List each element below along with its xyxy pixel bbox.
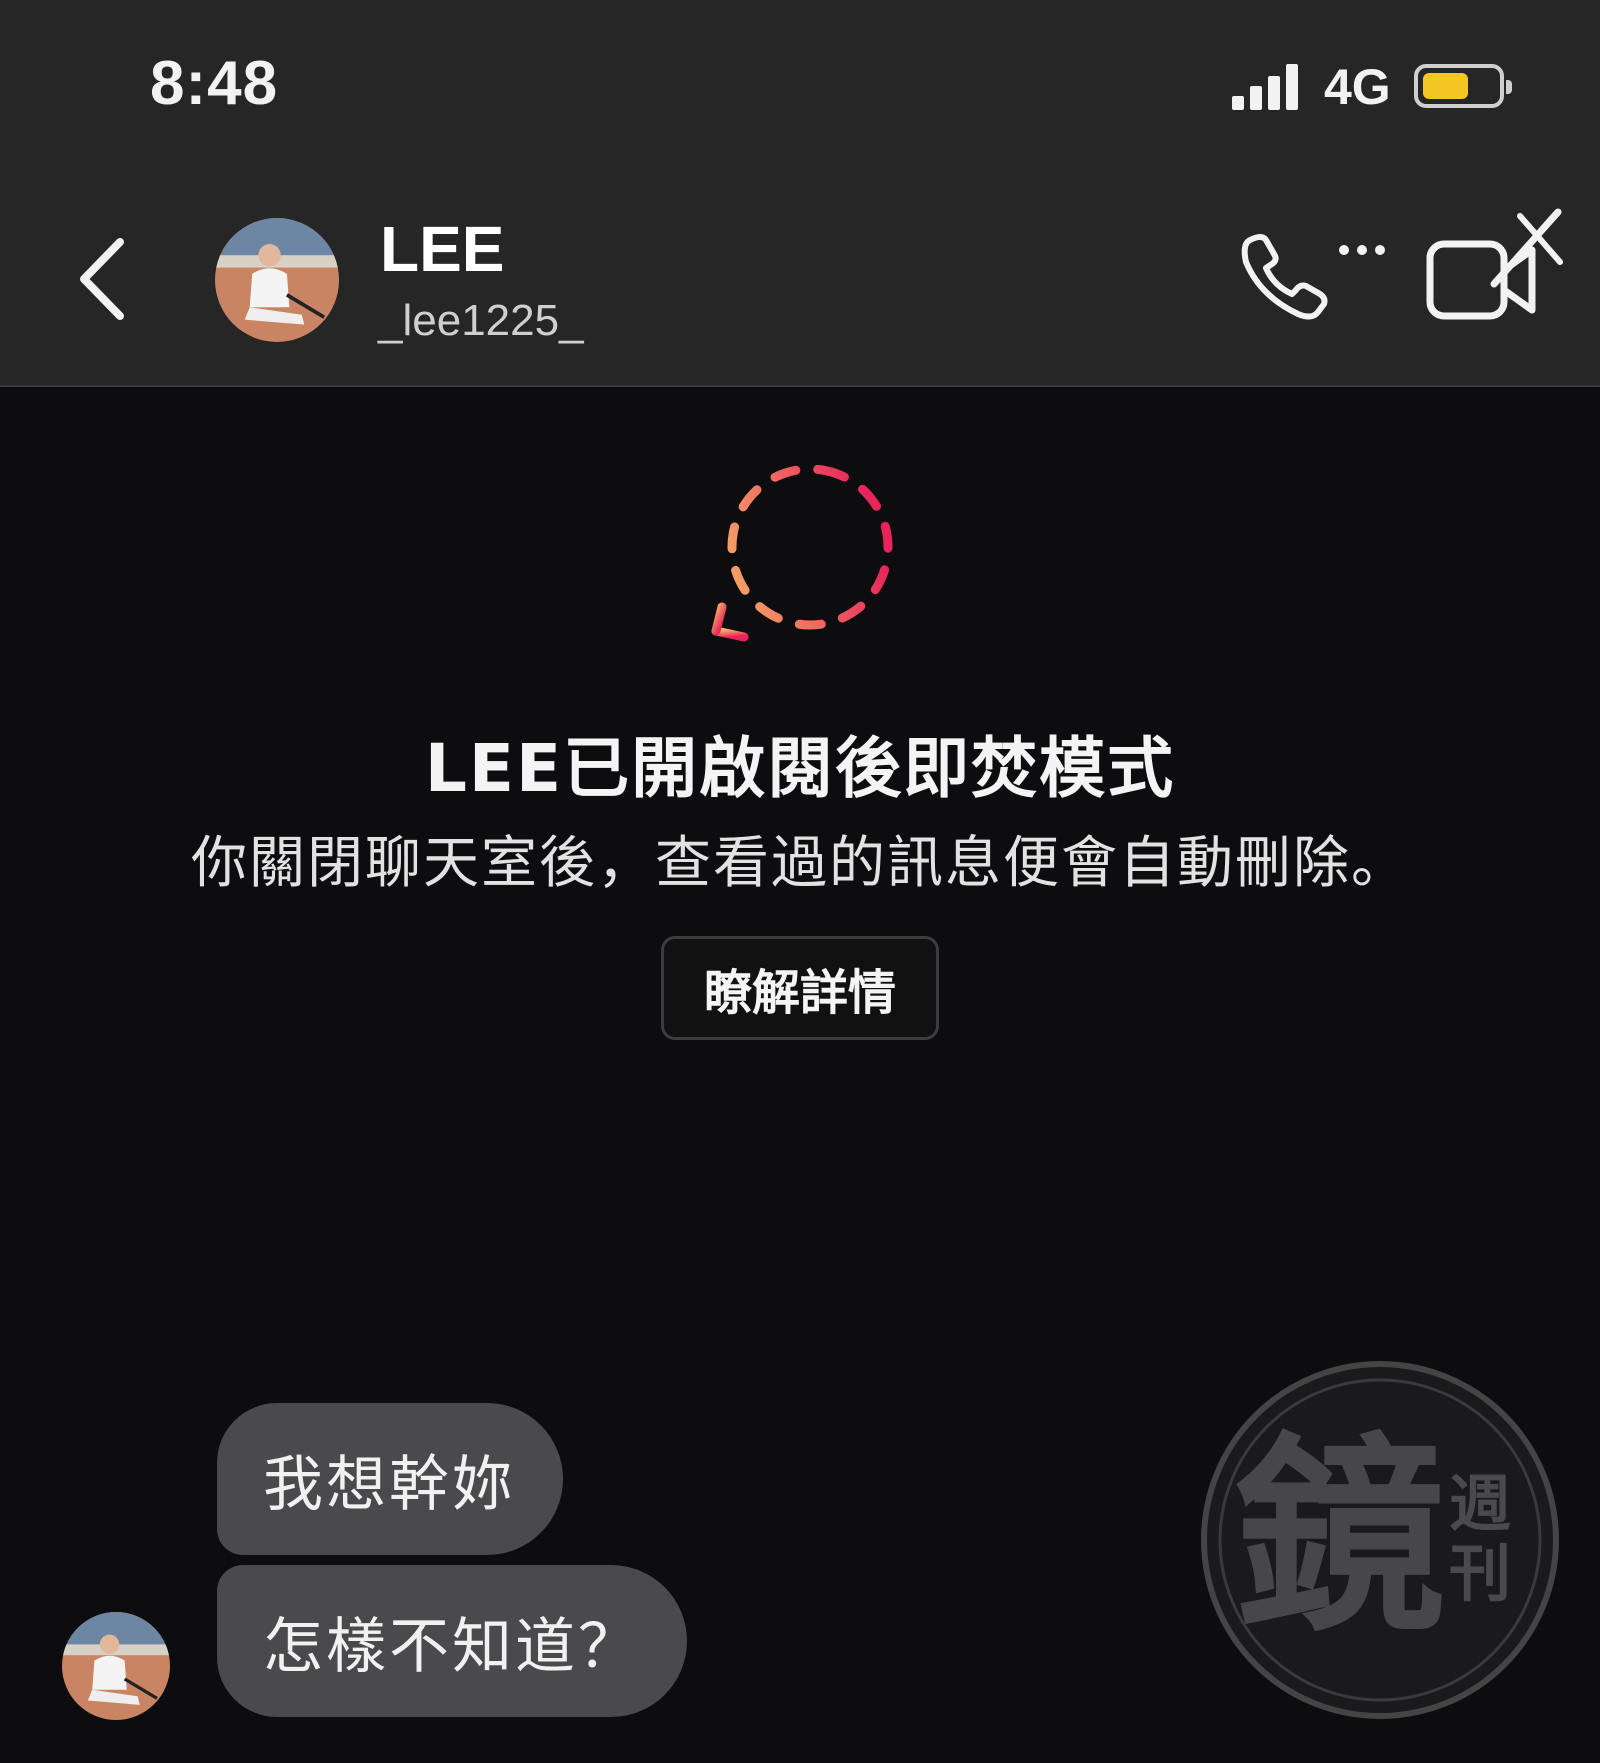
svg-text:鏡: 鏡 — [1235, 1415, 1445, 1660]
contact-name[interactable]: LEE — [380, 212, 504, 286]
message-avatar[interactable] — [62, 1612, 170, 1720]
network-type: 4G — [1324, 59, 1391, 115]
phone-icon — [1241, 234, 1385, 320]
battery-icon — [1414, 64, 1512, 108]
message-bubble[interactable]: 我想幹妳 — [217, 1403, 563, 1555]
video-call-button[interactable] — [1420, 206, 1566, 326]
back-button[interactable] — [74, 234, 134, 324]
message-bubble[interactable]: 怎樣不知道？ — [217, 1565, 687, 1717]
vanish-mode-description: 你關閉聊天室後，查看過的訊息便會自動刪除。 — [191, 831, 1409, 896]
back-chevron-icon — [80, 238, 124, 320]
status-time: 8:48 — [150, 49, 279, 118]
audio-call-button[interactable] — [1238, 228, 1388, 324]
learn-more-button[interactable]: 瞭解詳情 — [661, 936, 939, 1040]
mirror-media-watermark-logo: 鏡 週 刊 — [1201, 1361, 1559, 1719]
battery-level-fill — [1423, 73, 1468, 99]
top-bar: 8:48 4G LEE _lee1225_ — [0, 0, 1600, 387]
avatar-photo — [62, 1612, 170, 1720]
video-camera-off-icon — [1426, 208, 1563, 320]
svg-text:週: 週 — [1449, 1467, 1511, 1540]
contact-handle[interactable]: _lee1225_ — [378, 296, 584, 346]
svg-text:刊: 刊 — [1449, 1537, 1511, 1610]
signal-icon — [1232, 64, 1304, 110]
contact-avatar[interactable] — [215, 218, 339, 342]
vanish-mode-dashed-bubble-icon — [711, 464, 893, 642]
avatar-photo — [215, 218, 339, 342]
vanish-mode-title: LEE已開啟閱後即焚模式 — [424, 730, 1176, 807]
